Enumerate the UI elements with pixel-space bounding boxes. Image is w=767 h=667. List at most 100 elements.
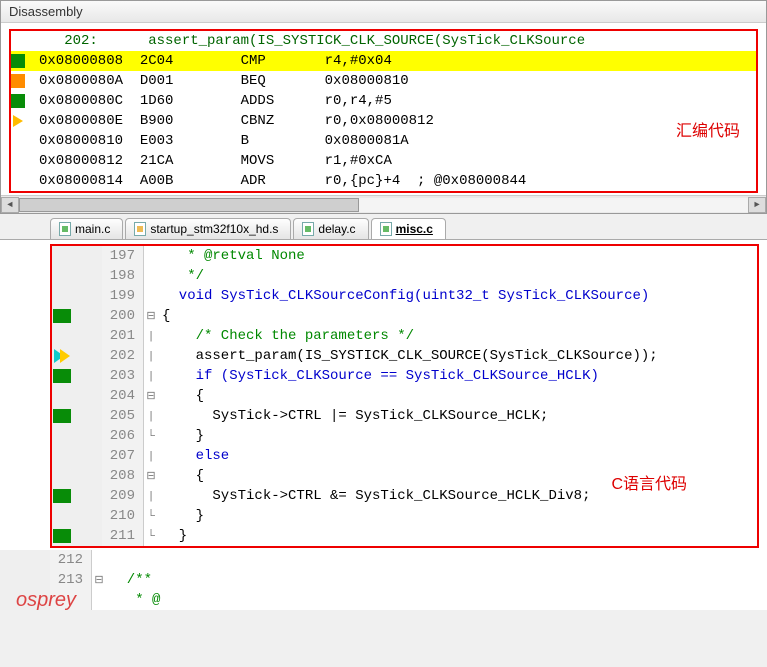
code-line[interactable]: 201| /* Check the parameters */ (52, 326, 757, 346)
file-icon (134, 222, 146, 236)
pc-arrow-icon (13, 115, 23, 127)
code-text: void SysTick_CLKSourceConfig(uint32_t Sy… (158, 286, 757, 306)
line-number: 201 (102, 326, 144, 346)
disassembly-pane: Disassembly 202: assert_param(IS_SYSTICK… (0, 0, 767, 214)
fold-marker[interactable] (92, 590, 106, 610)
code-text (106, 550, 767, 570)
breakpoint-marker (53, 529, 71, 543)
asm-row[interactable]: 0x0800080E B900 CBNZ r0,0x08000812 (11, 111, 756, 131)
file-icon (302, 222, 314, 236)
disassembly-title: Disassembly (1, 1, 766, 23)
asm-annotation: 汇编代码 (676, 117, 740, 141)
line-number: 209 (102, 486, 144, 506)
line-number: 205 (102, 406, 144, 426)
fold-marker[interactable] (92, 550, 106, 570)
fold-marker[interactable]: ⊟ (144, 386, 158, 406)
code-text: /* Check the parameters */ (158, 326, 757, 346)
fold-marker[interactable] (144, 286, 158, 306)
code-line[interactable]: 207| else (52, 446, 757, 466)
fold-marker[interactable]: └ (144, 506, 158, 526)
code-line[interactable]: 211└ } (52, 526, 757, 546)
code-line[interactable]: 204⊟ { (52, 386, 757, 406)
code-line[interactable]: 203| if (SysTick_CLKSource == SysTick_CL… (52, 366, 757, 386)
asm-row[interactable]: 0x0800080C 1D60 ADDS r0,r4,#5 (11, 91, 756, 111)
code-line[interactable]: 206└ } (52, 426, 757, 446)
fold-marker[interactable]: ⊟ (92, 570, 106, 590)
code-line[interactable]: 202| assert_param(IS_SYSTICK_CLK_SOURCE(… (52, 346, 757, 366)
breakpoint-marker (53, 409, 71, 423)
line-number: 207 (102, 446, 144, 466)
asm-row[interactable]: 0x08000810 E003 B 0x0800081A (11, 131, 756, 151)
line-number: 199 (102, 286, 144, 306)
line-number: 198 (102, 266, 144, 286)
tab-startup_stm32f10x_hd-s[interactable]: startup_stm32f10x_hd.s (125, 218, 291, 239)
code-text: * @ (106, 590, 767, 610)
fold-marker[interactable]: | (144, 406, 158, 426)
code-annotation: C语言代码 (611, 470, 687, 494)
fold-marker[interactable]: | (144, 486, 158, 506)
line-number: 202 (102, 346, 144, 366)
line-number: 208 (102, 466, 144, 486)
code-text: } (158, 426, 757, 446)
code-text: * @retval None (158, 246, 757, 266)
line-number: 197 (102, 246, 144, 266)
line-number: 200 (102, 306, 144, 326)
scroll-thumb[interactable] (19, 198, 359, 212)
code-text: } (158, 506, 757, 526)
code-line[interactable]: 200⊟{ (52, 306, 757, 326)
code-line[interactable]: 210└ } (52, 506, 757, 526)
code-text: if (SysTick_CLKSource == SysTick_CLKSour… (158, 366, 757, 386)
file-icon (59, 222, 71, 236)
fold-marker[interactable]: | (144, 346, 158, 366)
fold-marker[interactable]: | (144, 326, 158, 346)
code-line[interactable]: 198 */ (52, 266, 757, 286)
file-icon (380, 222, 392, 236)
code-text: SysTick->CTRL |= SysTick_CLKSource_HCLK; (158, 406, 757, 426)
tab-misc-c[interactable]: misc.c (371, 218, 446, 239)
code-line[interactable]: 213⊟ /** (0, 570, 767, 590)
tab-delay-c[interactable]: delay.c (293, 218, 368, 239)
line-number: 206 (102, 426, 144, 446)
asm-row[interactable]: 0x08000808 2C04 CMP r4,#0x04 (11, 51, 756, 71)
code-line[interactable]: * @ (0, 590, 767, 610)
fold-marker[interactable] (144, 266, 158, 286)
code-line[interactable]: 212 (0, 550, 767, 570)
fold-marker[interactable] (144, 246, 158, 266)
fold-marker[interactable]: | (144, 366, 158, 386)
breakpoint-marker (53, 489, 71, 503)
tab-main-c[interactable]: main.c (50, 218, 123, 239)
tab-label: main.c (75, 222, 110, 236)
code-editor[interactable]: 197 * @retval None198 */199 void SysTick… (0, 240, 767, 610)
watermark: osprey (16, 589, 76, 612)
asm-source-context: 202: assert_param(IS_SYSTICK_CLK_SOURCE(… (11, 31, 756, 51)
breakpoint-marker (53, 309, 71, 323)
fold-marker[interactable]: └ (144, 526, 158, 546)
disassembly-hscroll[interactable]: ◄ ► (1, 195, 766, 213)
line-number: 204 (102, 386, 144, 406)
line-number: 203 (102, 366, 144, 386)
code-highlight-box: 197 * @retval None198 */199 void SysTick… (50, 244, 759, 548)
scroll-track[interactable] (19, 198, 748, 212)
line-number: 213 (50, 570, 92, 590)
asm-row[interactable]: 0x0800080A D001 BEQ 0x08000810 (11, 71, 756, 91)
current-line-icon (54, 349, 70, 363)
code-line[interactable]: 205| SysTick->CTRL |= SysTick_CLKSource_… (52, 406, 757, 426)
line-number: 211 (102, 526, 144, 546)
fold-marker[interactable]: └ (144, 426, 158, 446)
code-line[interactable]: 197 * @retval None (52, 246, 757, 266)
asm-highlight-box: 202: assert_param(IS_SYSTICK_CLK_SOURCE(… (9, 29, 758, 193)
scroll-left-icon[interactable]: ◄ (1, 197, 19, 213)
code-text: */ (158, 266, 757, 286)
asm-row[interactable]: 0x08000814 A00B ADR r0,{pc}+4 ; @0x08000… (11, 171, 756, 191)
asm-row[interactable]: 0x08000812 21CA MOVS r1,#0xCA (11, 151, 756, 171)
code-text: { (158, 306, 757, 326)
fold-marker[interactable]: | (144, 446, 158, 466)
fold-marker[interactable]: ⊟ (144, 466, 158, 486)
fold-marker[interactable]: ⊟ (144, 306, 158, 326)
scroll-right-icon[interactable]: ► (748, 197, 766, 213)
code-text: assert_param(IS_SYSTICK_CLK_SOURCE(SysTi… (158, 346, 757, 366)
code-text: /** (106, 570, 767, 590)
code-text: } (158, 526, 757, 546)
code-line[interactable]: 199 void SysTick_CLKSourceConfig(uint32_… (52, 286, 757, 306)
editor-tabstrip: main.c startup_stm32f10x_hd.sdelay.cmisc.… (0, 214, 767, 240)
